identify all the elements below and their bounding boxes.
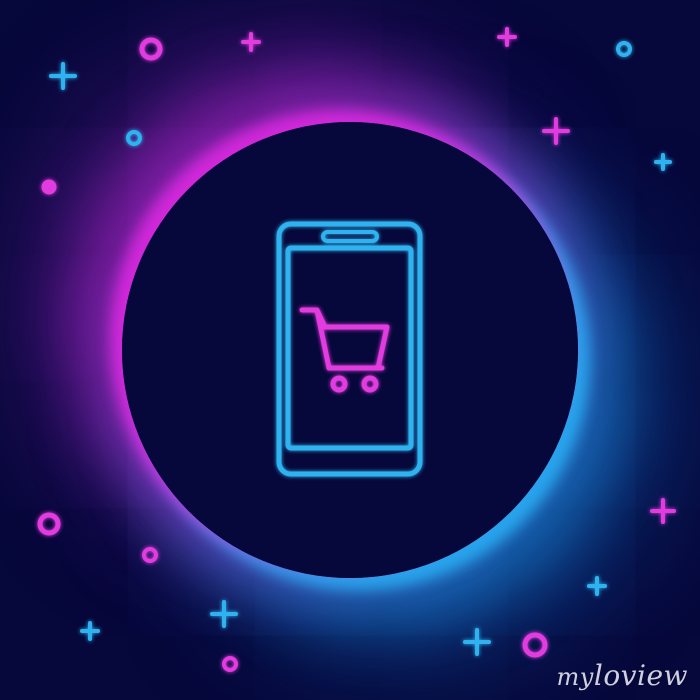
watermark-name: loview	[593, 659, 688, 692]
watermark-prefix: my	[556, 663, 594, 691]
watermark-logo: myloview	[557, 659, 688, 692]
sparkle-circles-magenta	[37, 37, 548, 672]
decor-layer	[37, 27, 676, 672]
shopping-cart-icon	[299, 307, 390, 393]
icon-canvas: myloview	[0, 0, 700, 700]
sparkle-plus-cyan	[49, 62, 672, 656]
smartphone-icon	[276, 221, 423, 477]
